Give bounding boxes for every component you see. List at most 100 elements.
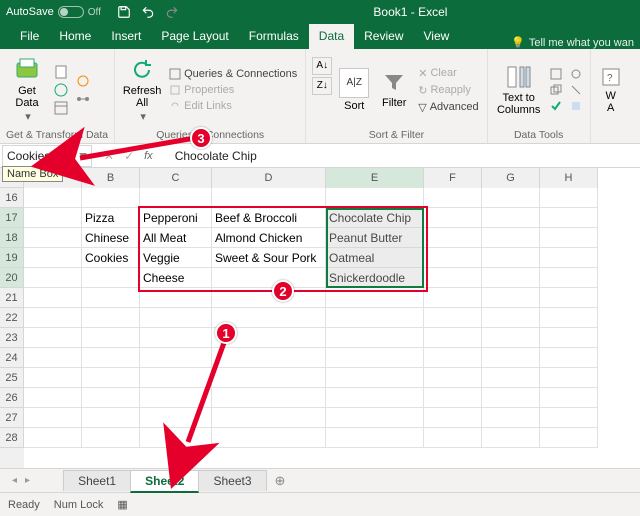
redo-icon[interactable]: [165, 5, 179, 19]
cell-B19[interactable]: Cookies: [82, 248, 140, 268]
from-table-button[interactable]: [52, 99, 70, 117]
file-icon: [54, 65, 68, 79]
cell-D18[interactable]: Almond Chicken: [212, 228, 326, 248]
fx-icon[interactable]: fx: [144, 150, 153, 162]
row-header-19[interactable]: 19: [0, 248, 24, 268]
cell-B18[interactable]: Chinese: [82, 228, 140, 248]
formula-value[interactable]: Chocolate Chip: [161, 149, 257, 163]
tab-formulas[interactable]: Formulas: [239, 24, 309, 49]
row-header-18[interactable]: 18: [0, 228, 24, 248]
col-header-B[interactable]: B: [82, 168, 140, 188]
ribbon: Get Data▾ Get & Transform Data Refresh A…: [0, 49, 640, 144]
lightbulb-icon: 💡: [511, 36, 525, 49]
enter-icon[interactable]: ✓: [124, 149, 134, 163]
cell-grid[interactable]: PizzaPepperoniBeef & BroccoliChocolate C…: [24, 188, 598, 468]
col-header-F[interactable]: F: [424, 168, 482, 188]
cell-C17[interactable]: Pepperoni: [140, 208, 212, 228]
row-header-24[interactable]: 24: [0, 348, 24, 368]
sort-asc-button[interactable]: A↓: [312, 57, 332, 75]
col-header-G[interactable]: G: [482, 168, 540, 188]
row-header-22[interactable]: 22: [0, 308, 24, 328]
tab-page-layout[interactable]: Page Layout: [151, 24, 238, 49]
cancel-icon[interactable]: ✕: [104, 149, 114, 163]
autosave-toggle[interactable]: AutoSave Off: [6, 6, 101, 18]
tab-file[interactable]: File: [10, 24, 49, 49]
sheet-tab-2[interactable]: Sheet2: [130, 470, 199, 493]
autosave-label: AutoSave: [6, 6, 54, 18]
cell-D17[interactable]: Beef & Broccoli: [212, 208, 326, 228]
row-header-26[interactable]: 26: [0, 388, 24, 408]
refresh-icon: [129, 57, 155, 83]
macro-record-icon[interactable]: ▦: [117, 498, 127, 511]
get-data-button[interactable]: Get Data▾: [6, 53, 48, 127]
sheet-tab-1[interactable]: Sheet1: [63, 470, 131, 491]
clear-icon: ✕: [418, 67, 427, 80]
tab-view[interactable]: View: [414, 24, 460, 49]
add-sheet-button[interactable]: ⊕: [275, 473, 286, 489]
globe-icon: [54, 83, 68, 97]
tab-review[interactable]: Review: [354, 24, 413, 49]
cell-C18[interactable]: All Meat: [140, 228, 212, 248]
text-to-columns-icon: [506, 64, 532, 90]
undo-icon[interactable]: [141, 5, 155, 19]
existing-conn-button[interactable]: [74, 90, 92, 108]
relationships-button[interactable]: [568, 82, 584, 98]
cell-E20[interactable]: Snickerdoodle: [326, 268, 424, 288]
status-numlock: Num Lock: [54, 499, 104, 511]
cell-C20[interactable]: Cheese: [140, 268, 212, 288]
what-if-button[interactable]: ? W A: [597, 53, 625, 127]
sort-desc-button[interactable]: Z↓: [312, 77, 332, 95]
reapply-icon: ↻: [418, 84, 427, 97]
row-header-17[interactable]: 17: [0, 208, 24, 228]
cell-E18[interactable]: Peanut Butter: [326, 228, 424, 248]
group-label-data-tools: Data Tools: [494, 127, 584, 141]
what-if-icon: ?: [600, 66, 622, 88]
data-model-button[interactable]: [568, 98, 584, 114]
queries-connections-button[interactable]: Queries & Connections: [167, 66, 299, 82]
cell-B17[interactable]: Pizza: [82, 208, 140, 228]
advanced-button[interactable]: ▽Advanced: [416, 99, 480, 116]
cell-D19[interactable]: Sweet & Sour Pork: [212, 248, 326, 268]
tab-home[interactable]: Home: [49, 24, 101, 49]
filter-button[interactable]: Filter: [376, 53, 412, 127]
text-to-columns-button[interactable]: Text to Columns: [494, 53, 544, 127]
recent-sources-button[interactable]: [74, 72, 92, 90]
row-header-23[interactable]: 23: [0, 328, 24, 348]
row-header-25[interactable]: 25: [0, 368, 24, 388]
validation-icon: [550, 100, 562, 112]
sheet-nav-prev[interactable]: ◂: [8, 475, 21, 486]
col-header-E[interactable]: E: [326, 168, 424, 188]
save-icon[interactable]: [117, 5, 131, 19]
name-box[interactable]: Cookies: [2, 145, 92, 167]
get-data-icon: [14, 57, 40, 83]
get-data-label: Get Data: [15, 85, 38, 109]
edit-links-button: Edit Links: [167, 98, 299, 114]
refresh-all-button[interactable]: Refresh All▾: [121, 53, 163, 127]
from-text-button[interactable]: [52, 63, 70, 81]
sort-button[interactable]: A|Z Sort: [336, 53, 372, 127]
row-header-20[interactable]: 20: [0, 268, 24, 288]
sheet-nav-next[interactable]: ▸: [21, 475, 34, 486]
tell-me-search[interactable]: 💡 Tell me what you wan: [511, 36, 640, 49]
col-header-H[interactable]: H: [540, 168, 598, 188]
row-header-28[interactable]: 28: [0, 428, 24, 448]
cell-E19[interactable]: Oatmeal: [326, 248, 424, 268]
from-web-button[interactable]: [52, 81, 70, 99]
refresh-all-label: Refresh All: [123, 85, 162, 109]
row-header-27[interactable]: 27: [0, 408, 24, 428]
row-header-21[interactable]: 21: [0, 288, 24, 308]
consolidate-button[interactable]: [568, 66, 584, 82]
remove-dup-button[interactable]: [548, 82, 564, 98]
cell-C19[interactable]: Veggie: [140, 248, 212, 268]
data-validation-button[interactable]: [548, 98, 564, 114]
callout-2: 2: [272, 280, 294, 302]
flash-fill-button[interactable]: [548, 66, 564, 82]
tab-data[interactable]: Data: [309, 24, 354, 49]
col-header-D[interactable]: D: [212, 168, 326, 188]
link-icon: [169, 100, 181, 112]
cell-E17[interactable]: Chocolate Chip: [326, 208, 424, 228]
tab-insert[interactable]: Insert: [101, 24, 151, 49]
row-header-16[interactable]: 16: [0, 188, 24, 208]
col-header-C[interactable]: C: [140, 168, 212, 188]
sheet-tab-3[interactable]: Sheet3: [198, 470, 266, 491]
